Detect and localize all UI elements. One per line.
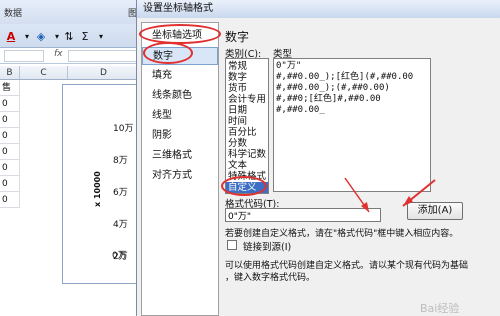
dialog-nav: 坐标轴选项 数字 填充 线条颜色 线型 阴影 三维格式 对齐方式: [141, 22, 219, 316]
axis-tick-label: 6万: [113, 188, 128, 198]
table-cell[interactable]: 售: [0, 80, 20, 96]
nav-item-line-color[interactable]: 线条颜色: [142, 87, 218, 105]
column-header-c[interactable]: C: [20, 66, 68, 80]
category-list[interactable]: 常规 数字 货币 会计专用 日期 时间 百分比 分数 科学记数 文本 特殊格式 …: [225, 58, 269, 194]
column-header-b[interactable]: B: [0, 66, 20, 80]
table-cell[interactable]: 0: [0, 144, 20, 160]
highlight-oval: [139, 24, 221, 44]
axis-title: x 10000: [93, 171, 102, 207]
category-item[interactable]: 分数: [226, 138, 268, 149]
axis-tick-label: 4万: [113, 220, 128, 230]
fill-color-icon[interactable]: ◈: [34, 29, 48, 43]
axis-tick-label-zero: 0万: [112, 251, 127, 261]
link-checkbox[interactable]: [227, 240, 237, 250]
category-item[interactable]: 百分比: [226, 127, 268, 138]
category-item[interactable]: 科学记数: [226, 149, 268, 160]
category-item[interactable]: 时间: [226, 116, 268, 127]
name-box[interactable]: [4, 50, 44, 62]
type-item[interactable]: #,##0.00_: [274, 105, 430, 116]
formula-bar: fx: [0, 48, 140, 64]
type-item[interactable]: #,##0;[红色]#,##0.00: [274, 94, 430, 105]
nav-item-shadow[interactable]: 阴影: [142, 127, 218, 145]
nav-item-line-style[interactable]: 线型: [142, 107, 218, 125]
category-item[interactable]: 数字: [226, 72, 268, 83]
ribbon-tabs: 数据 图: [0, 0, 140, 24]
table-cell[interactable]: 0: [0, 128, 20, 144]
excel-window: 数据 图 A ▾ ◈ ▾ ⇅ Σ ▾ fx B C D 售 0 0 0 0 0 …: [0, 0, 140, 316]
category-item[interactable]: 会计专用: [226, 94, 268, 105]
panel-title: 数字: [225, 30, 250, 44]
description-text-2: ，键入数字格式代码。: [225, 273, 316, 283]
nav-item-3d-format[interactable]: 三维格式: [142, 147, 218, 165]
ribbon-tab-data[interactable]: 数据: [4, 6, 22, 19]
column-header-d[interactable]: D: [68, 66, 140, 80]
category-item[interactable]: 货币: [226, 83, 268, 94]
cell-column: 售 0 0 0 0 0 0 0: [0, 80, 20, 208]
highlight-oval: [221, 176, 267, 196]
nav-item-fill[interactable]: 填充: [142, 67, 218, 85]
nav-item-alignment[interactable]: 对齐方式: [142, 167, 218, 185]
help-text: 若要创建自定义格式，请在"格式代码"框中键入相应内容。: [225, 229, 459, 239]
font-color-icon[interactable]: A: [4, 29, 18, 43]
table-cell[interactable]: 0: [0, 192, 20, 208]
sort-icon[interactable]: ⇅: [62, 29, 76, 43]
type-item[interactable]: #,##0.00_);(#,##0.00): [274, 83, 430, 94]
table-cell[interactable]: 0: [0, 112, 20, 128]
chart-area[interactable]: x 10000 10万 8万 6万 4万 2万: [62, 84, 140, 284]
category-item[interactable]: 日期: [226, 105, 268, 116]
axis-tick-label: 8万: [113, 156, 128, 166]
highlight-oval: [143, 42, 193, 64]
dropdown-arrow-icon[interactable]: ▾: [94, 29, 108, 43]
table-cell[interactable]: 0: [0, 176, 20, 192]
table-cell[interactable]: 0: [0, 96, 20, 112]
category-item[interactable]: 文本: [226, 160, 268, 171]
axis-tick-label: 10万: [113, 124, 134, 134]
number-panel: 数字 类别(C): 类型 常规 数字 货币 会计专用 日期 时间 百分比 分数 …: [221, 22, 499, 316]
link-to-source-label[interactable]: 链接到源(I): [243, 239, 291, 253]
sum-icon[interactable]: Σ: [78, 29, 92, 43]
fx-icon[interactable]: fx: [54, 49, 63, 59]
format-axis-dialog: 设置坐标轴格式 坐标轴选项 数字 填充 线条颜色 线型 阴影 三维格式 对齐方式…: [136, 0, 500, 316]
category-item[interactable]: 常规: [226, 61, 268, 72]
dropdown-arrow-icon[interactable]: ▾: [20, 29, 34, 43]
formula-input[interactable]: [68, 50, 138, 62]
type-item[interactable]: #,##0.00_);[红色](#,##0.00: [274, 72, 430, 83]
table-cell[interactable]: 0: [0, 160, 20, 176]
dialog-title: 设置坐标轴格式: [137, 0, 500, 18]
ribbon-toolbar: A ▾ ◈ ▾ ⇅ Σ ▾: [0, 24, 140, 48]
watermark-text: Bai经验: [420, 302, 460, 315]
arrow-annotation: [344, 177, 436, 213]
type-item[interactable]: 0"万": [274, 61, 430, 72]
